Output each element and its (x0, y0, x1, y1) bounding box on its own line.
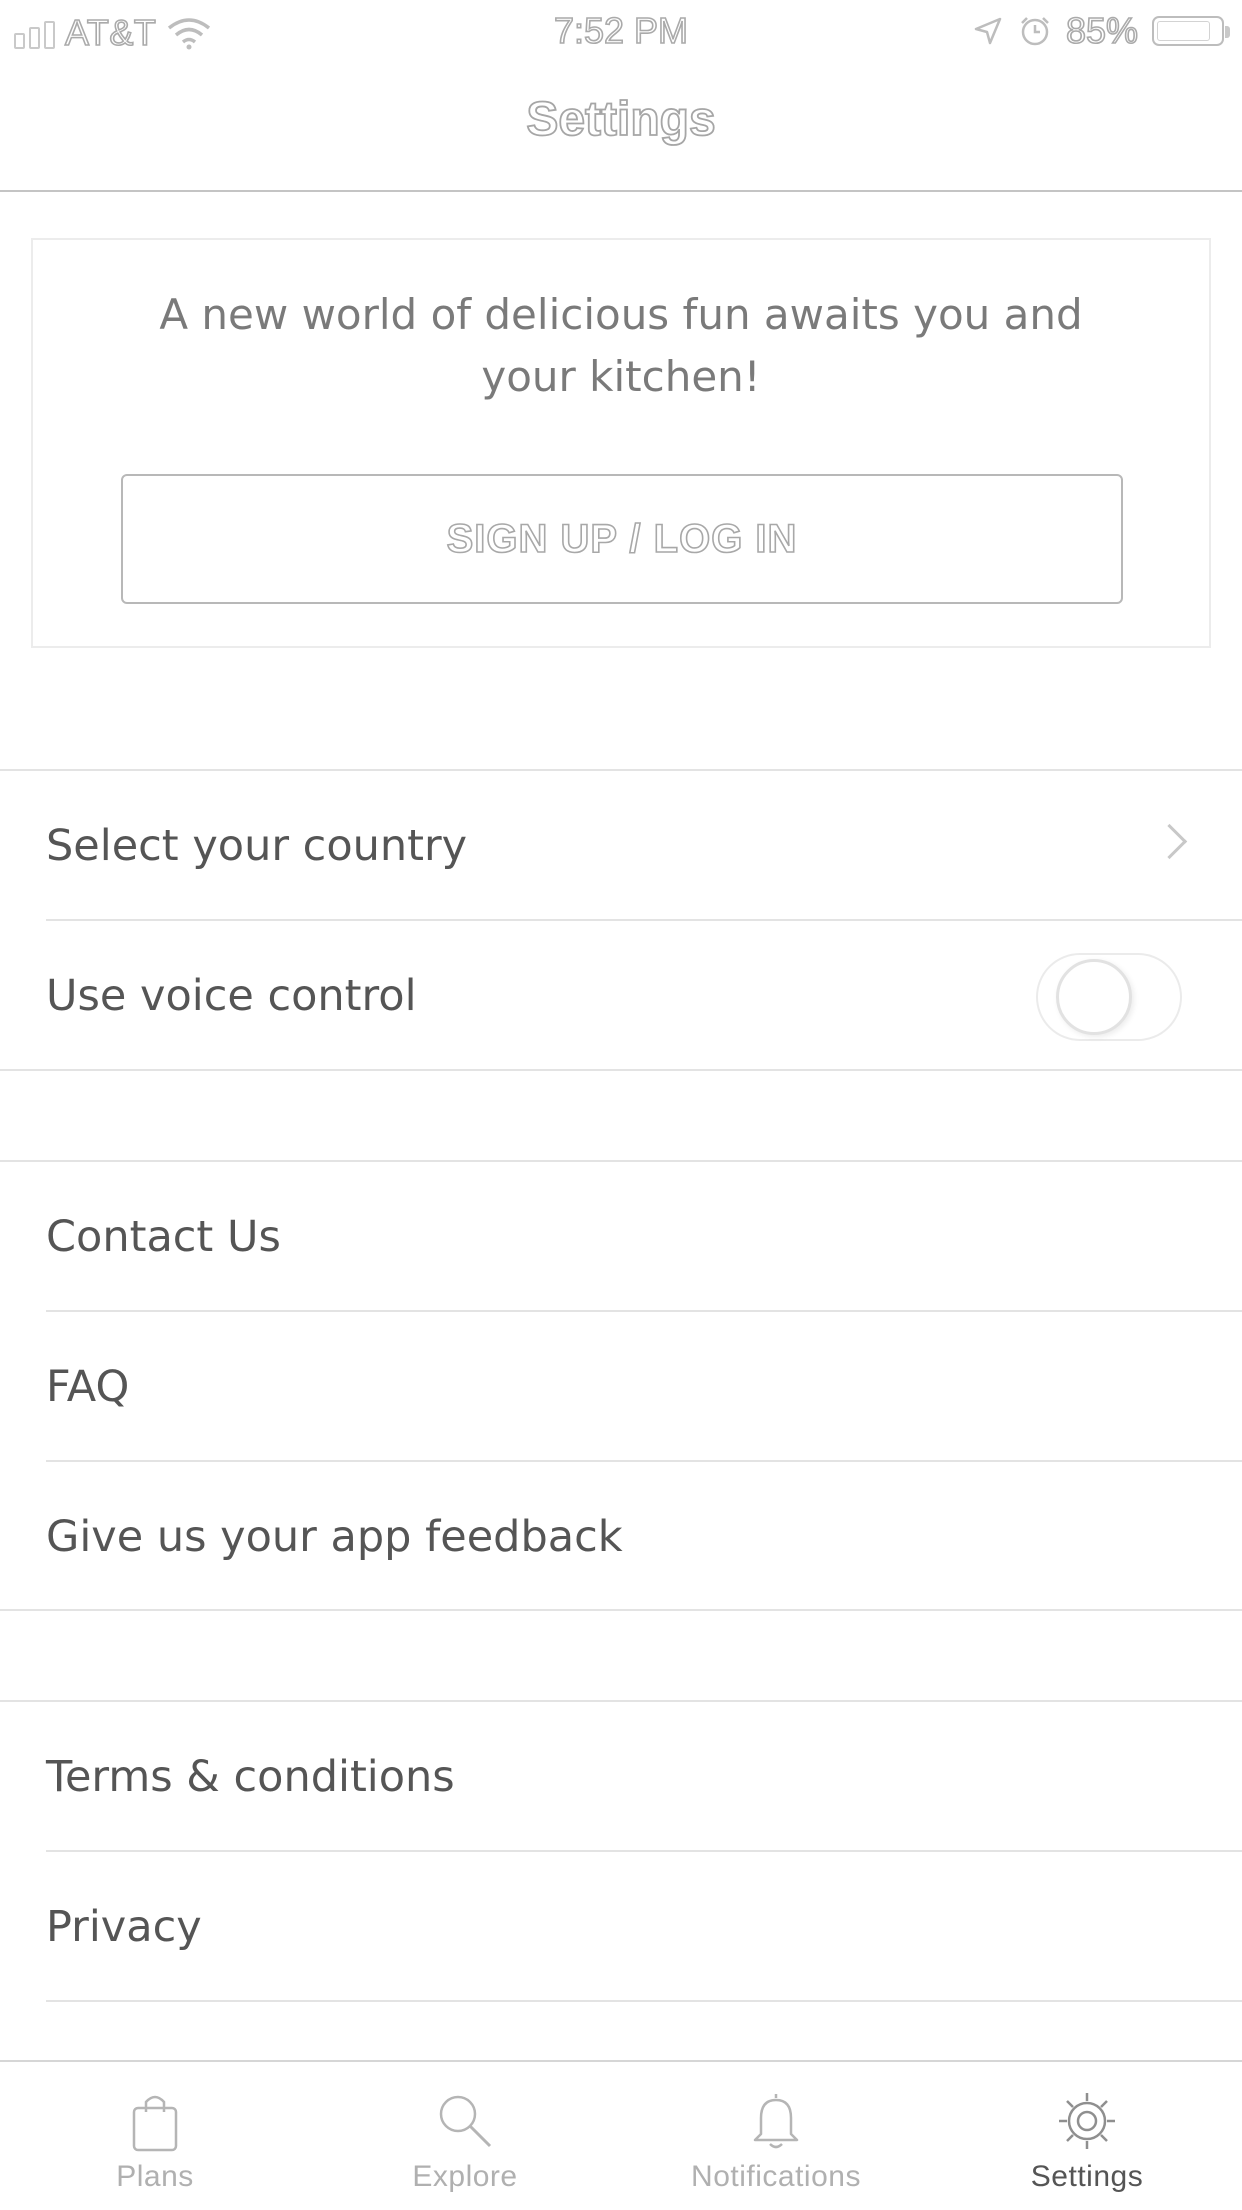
contact-us-row[interactable]: Contact Us (0, 1162, 1242, 1312)
voice-control-label: Use voice control (46, 971, 417, 1021)
tab-explore-label: Explore (412, 2160, 518, 2193)
tab-plans[interactable]: Plans (0, 2062, 310, 2210)
contact-us-label: Contact Us (46, 1212, 281, 1262)
group-divider (0, 1609, 1242, 1611)
status-right: 85% (972, 9, 1230, 52)
battery-level-fill (1157, 21, 1210, 41)
battery-percentage: 85% (1065, 9, 1139, 52)
privacy-label: Privacy (46, 1902, 202, 1952)
select-country-label: Select your country (46, 821, 468, 871)
group-divider (0, 1069, 1242, 1071)
shopping-bag-icon (132, 2095, 178, 2152)
tab-bar: Plans Explore Notifications Settings (0, 2060, 1242, 2210)
tab-settings-label: Settings (1030, 2160, 1144, 2193)
signup-login-label: SIGN UP / LOG IN (446, 516, 798, 562)
navigation-bar: Settings (0, 62, 1242, 192)
page-title: Settings (525, 92, 716, 147)
voice-control-toggle[interactable] (1036, 953, 1182, 1041)
tab-plans-label: Plans (116, 2160, 194, 2193)
location-arrow-icon (974, 17, 1002, 45)
bell-icon (753, 2094, 799, 2149)
signup-promo-card: A new world of delicious fun awaits you … (31, 238, 1211, 648)
battery-icon (1152, 16, 1230, 46)
tab-notifications-label: Notifications (691, 2160, 861, 2193)
status-bar: AT&T 7:52 PM 85% (0, 0, 1242, 62)
alarm-clock-icon (1021, 17, 1049, 46)
terms-conditions-label: Terms & conditions (46, 1752, 455, 1802)
tab-settings[interactable]: Settings (932, 2062, 1242, 2210)
faq-label: FAQ (46, 1362, 130, 1412)
search-icon (439, 2095, 492, 2148)
row-divider (46, 2000, 1242, 2002)
chevron-right-icon (1151, 823, 1188, 860)
toggle-knob (1056, 959, 1132, 1035)
voice-control-row: Use voice control (0, 921, 1242, 1071)
faq-row[interactable]: FAQ (0, 1312, 1242, 1462)
promo-message: A new world of delicious fun awaits you … (159, 290, 1083, 401)
app-feedback-label: Give us your app feedback (46, 1512, 623, 1562)
tab-explore[interactable]: Explore (310, 2062, 620, 2210)
select-country-row[interactable]: Select your country (0, 771, 1242, 921)
terms-conditions-row[interactable]: Terms & conditions (0, 1702, 1242, 1852)
tab-notifications[interactable]: Notifications (621, 2062, 931, 2210)
gear-icon (1059, 2093, 1115, 2149)
privacy-row[interactable]: Privacy (0, 1852, 1242, 2002)
app-feedback-row[interactable]: Give us your app feedback (0, 1462, 1242, 1612)
signup-login-button[interactable]: SIGN UP / LOG IN (121, 474, 1123, 604)
